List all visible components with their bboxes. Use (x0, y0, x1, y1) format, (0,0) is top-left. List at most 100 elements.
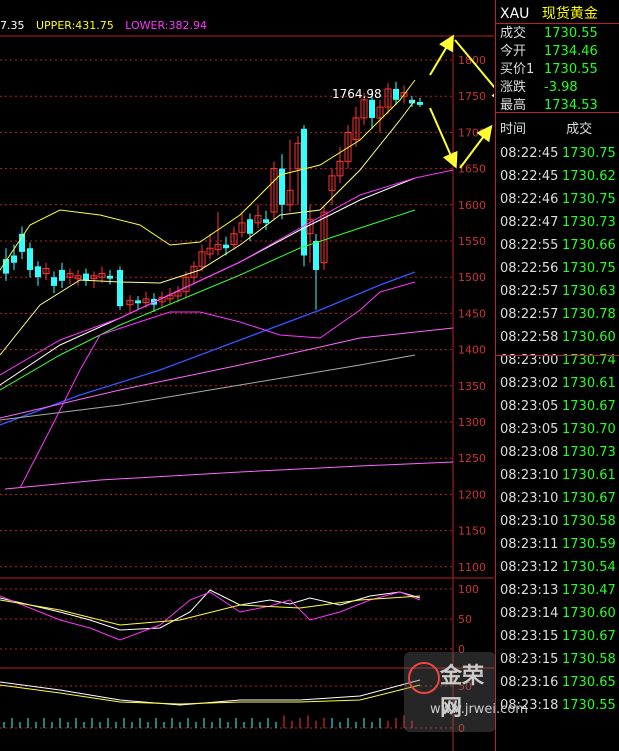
candle-body-down (369, 99, 375, 118)
quote-value: 1734.53 (544, 98, 598, 113)
price-tick-label: 1350 (458, 380, 486, 393)
tick-time: 08:23:14 (500, 606, 559, 621)
price-tick-label: 1750 (458, 90, 486, 103)
tick-time: 08:23:10 (500, 491, 559, 506)
tick-row: 08:23:08 1730.73 (500, 441, 616, 464)
tick-time: 08:23:00 (500, 353, 559, 368)
tick-price: 1730.47 (562, 583, 616, 598)
tick-row: 08:23:15 1730.58 (500, 648, 616, 671)
tick-row: 08:23:13 1730.47 (500, 579, 616, 602)
ticks-header: 时间 成交 (500, 118, 592, 137)
quote-value: 1730.55 (544, 26, 598, 41)
tick-row: 08:22:46 1730.75 (500, 188, 616, 211)
tick-price: 1730.70 (562, 422, 616, 437)
tick-price: 1730.75 (562, 261, 616, 276)
tick-price: 1730.54 (562, 560, 616, 575)
tick-row: 08:22:45 1730.62 (500, 165, 616, 188)
macd-line (0, 679, 421, 706)
tick-time: 08:22:56 (500, 261, 559, 276)
tick-price: 1730.55 (562, 698, 616, 713)
tick-row: 08:23:14 1730.60 (500, 602, 616, 625)
oscillator-line-1 (0, 589, 421, 631)
upper-band-line (0, 79, 416, 271)
quote-row: 买价1 1730.55 (500, 61, 598, 79)
quote-label: 涨跌 (500, 80, 527, 95)
tick-price: 1730.75 (562, 146, 616, 161)
ticks-time-header: 时间 (500, 122, 527, 137)
quote-value: -3.98 (544, 80, 578, 95)
candle-body-down (11, 255, 17, 263)
divider (496, 23, 619, 24)
tick-price: 1730.60 (562, 330, 616, 345)
magenta-ma-line (0, 169, 454, 376)
candlestick-chart[interactable]: 1800175017001650160015501500145014001350… (0, 0, 494, 751)
candle-body-down (301, 128, 307, 256)
tick-time: 08:22:45 (500, 146, 559, 161)
tick-time: 08:22:47 (500, 215, 559, 230)
blue-ma-line (0, 271, 416, 426)
tick-price: 1730.73 (562, 215, 616, 230)
tick-row: 08:23:00 1730.74 (500, 349, 616, 372)
quote-row: 成交 1730.55 (500, 25, 598, 43)
tick-price: 1730.59 (562, 537, 616, 552)
tick-price: 1730.67 (562, 491, 616, 506)
watermark-logo: 金荣网 www.jrwei.com (404, 652, 528, 732)
candle-body-down (135, 300, 141, 304)
price-tick-label: 1400 (458, 344, 486, 357)
tick-time: 08:23:12 (500, 560, 559, 575)
price-tick-label: 1100 (458, 561, 486, 574)
tick-time: 08:22:58 (500, 330, 559, 345)
tick-price: 1730.58 (562, 514, 616, 529)
tick-row: 08:23:02 1730.61 (500, 372, 616, 395)
gray-ma-line (0, 354, 416, 421)
tick-price: 1730.63 (562, 284, 616, 299)
upper-band-value: UPPER:431.75 (36, 19, 114, 32)
tick-time: 08:23:08 (500, 445, 559, 460)
tick-time: 08:22:45 (500, 169, 559, 184)
tick-price: 1730.67 (562, 399, 616, 414)
tick-row: 08:22:57 1730.78 (500, 303, 616, 326)
tick-price: 1730.61 (562, 468, 616, 483)
tick-time: 08:23:15 (500, 629, 559, 644)
tick-row: 08:23:16 1730.65 (500, 671, 616, 694)
indicator-tick-label: 100 (458, 583, 479, 596)
tick-price: 1730.66 (562, 238, 616, 253)
price-tick-label: 1200 (458, 488, 486, 501)
tick-row: 08:23:05 1730.67 (500, 395, 616, 418)
chart-canvas: 1800175017001650160015501500145014001350… (0, 34, 494, 751)
tick-price: 1730.73 (562, 445, 616, 460)
tick-price: 1730.60 (562, 606, 616, 621)
tick-time: 08:22:57 (500, 307, 559, 322)
watermark-url: www.jrwei.com (430, 702, 528, 717)
candle-body-down (247, 219, 253, 234)
candle-body-down (27, 248, 33, 270)
lower-band-line (19, 281, 416, 489)
tick-row: 08:23:10 1730.58 (500, 510, 616, 533)
tick-time: 08:23:05 (500, 422, 559, 437)
tick-price: 1730.65 (562, 675, 616, 690)
divider (496, 355, 619, 356)
tick-time: 08:23:11 (500, 537, 559, 552)
tick-row: 08:23:05 1730.70 (500, 418, 616, 441)
indicator-tick-label: 50 (458, 613, 472, 626)
price-tick-label: 1550 (458, 235, 486, 248)
tick-row: 08:22:55 1730.66 (500, 234, 616, 257)
indicator-value: 7.35 (0, 19, 25, 32)
tick-time: 08:23:13 (500, 583, 559, 598)
tick-time: 08:23:05 (500, 399, 559, 414)
tick-row: 08:23:12 1730.54 (500, 556, 616, 579)
divider (496, 112, 619, 113)
quote-value: 1734.46 (544, 44, 598, 59)
price-tick-label: 1300 (458, 416, 486, 429)
tick-time: 08:22:46 (500, 192, 559, 207)
tick-time: 08:22:57 (500, 284, 559, 299)
lower-trend-line (4, 461, 454, 490)
tick-time: 08:23:10 (500, 468, 559, 483)
tick-price: 1730.75 (562, 192, 616, 207)
quote-label: 买价1 (500, 62, 535, 77)
quote-label: 今开 (500, 44, 527, 59)
tick-row: 08:23:10 1730.61 (500, 464, 616, 487)
price-tick-label: 1450 (458, 307, 486, 320)
price-tick-label: 1600 (458, 199, 486, 212)
candle-body-down (313, 241, 319, 270)
